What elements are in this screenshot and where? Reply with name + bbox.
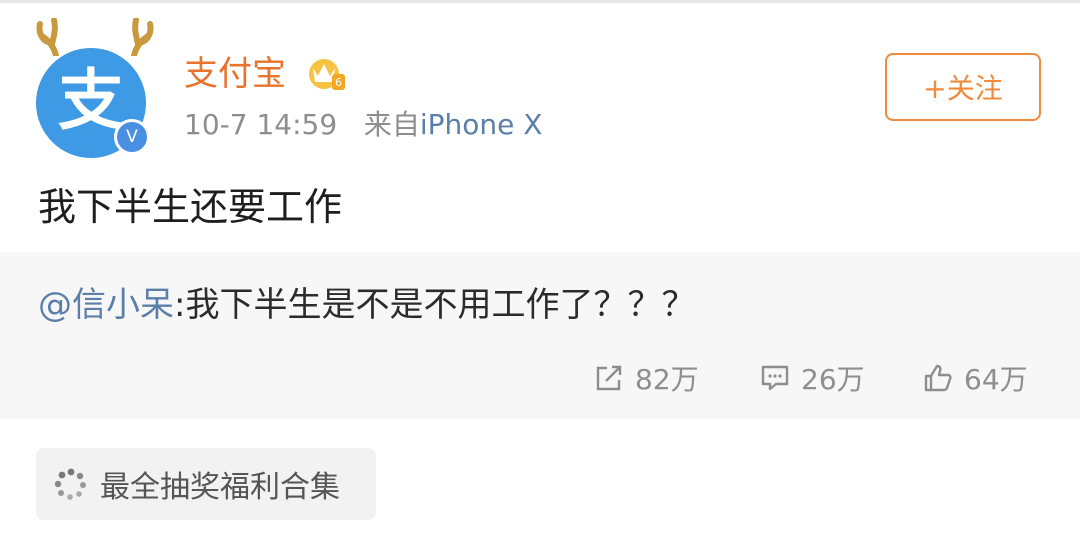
thumbs-up-icon [924, 364, 952, 392]
svg-text:6: 6 [335, 76, 342, 89]
top-divider [0, 0, 1080, 3]
comment-count: 26万 [801, 363, 865, 396]
avatar[interactable]: 支 V [30, 18, 160, 158]
comment-bubble-icon [761, 365, 789, 391]
post-meta: 10-7 14:59 来自iPhone X [184, 106, 542, 144]
source-device-link[interactable]: iPhone X [420, 108, 543, 141]
crown-badge-icon: 6 [309, 59, 345, 90]
post-text: 我下半生还要工作 [38, 185, 343, 229]
repost-section[interactable]: @信小呆:我下半生是不是不用工作了？？？ 82万 26万 64万 [0, 252, 1080, 419]
user-name[interactable]: 支付宝 [184, 52, 286, 96]
repost-content: @信小呆:我下半生是不是不用工作了？？？ [38, 282, 695, 328]
topic-tag-button[interactable]: 最全抽奖福利合集 [36, 448, 376, 520]
follow-button[interactable]: +关注 [885, 53, 1041, 121]
mention-link[interactable]: @信小呆 [38, 285, 174, 325]
repost-text: :我下半生是不是不用工作了？？？ [174, 285, 696, 325]
comment-count-button[interactable]: 26万 [759, 356, 865, 400]
like-count-button[interactable]: 64万 [922, 356, 1028, 400]
deer-antler-icon [131, 18, 154, 56]
verified-badge-icon: V [114, 119, 150, 155]
avatar-logo: 支 [58, 62, 124, 139]
loading-dots-icon [54, 468, 86, 500]
post-time: 10-7 14:59 [184, 108, 338, 141]
source-prefix: 来自 [363, 108, 420, 141]
share-out-icon [596, 365, 622, 391]
repost-count: 82万 [635, 363, 699, 396]
repost-count-button[interactable]: 82万 [593, 356, 699, 400]
deer-antler-icon [36, 18, 59, 56]
topic-label: 最全抽奖福利合集 [100, 470, 340, 505]
like-count: 64万 [964, 363, 1028, 396]
